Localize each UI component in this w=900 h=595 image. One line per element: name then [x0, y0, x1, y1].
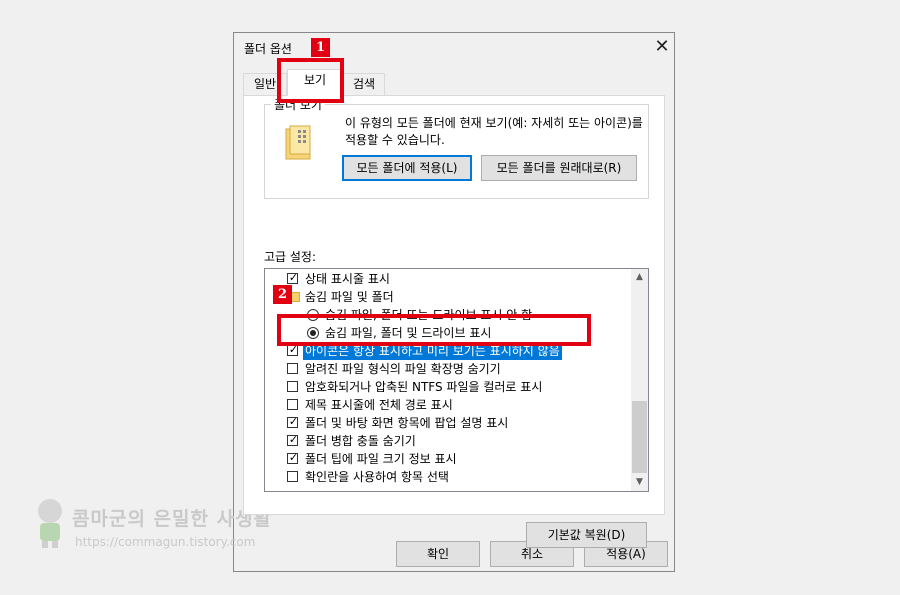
checkbox[interactable]: ✓: [287, 415, 298, 428]
checkbox[interactable]: ✓: [287, 451, 298, 464]
folder-view-icon: [285, 125, 311, 160]
list-item[interactable]: ✓ 상태 표시줄 표시: [287, 270, 627, 288]
checkbox[interactable]: [287, 471, 298, 482]
advanced-settings-label: 고급 설정:: [264, 250, 317, 264]
view-tab-page: 폴더 보기 이 유형의 모든 폴더에 현재 보기(예: 자세히 또는 아이콘)를…: [243, 95, 665, 548]
annotation-badge-1: 1: [311, 38, 330, 57]
folder-views-group: 폴더 보기 이 유형의 모든 폴더에 현재 보기(예: 자세히 또는 아이콘)를…: [264, 96, 649, 199]
check-icon: ✓: [288, 433, 299, 446]
list-item-label: 숨김 파일 및 폴더: [305, 290, 394, 304]
annotation-badge-2: 2: [273, 285, 292, 304]
list-scrollbar[interactable]: ▲ ▼: [631, 269, 648, 491]
watermark-url: https://commagun.tistory.com: [75, 535, 256, 549]
reset-folders-button[interactable]: 모든 폴더를 원래대로(R): [481, 155, 637, 181]
list-item-label: 폴더 및 바탕 화면 항목에 팝업 설명 표시: [305, 416, 509, 430]
list-item-label: 제목 표시줄에 전체 경로 표시: [305, 398, 453, 412]
list-item-label: 상태 표시줄 표시: [305, 272, 390, 286]
list-item: 숨김 파일 및 폴더: [287, 288, 627, 306]
checkbox[interactable]: ✓: [287, 343, 298, 356]
scroll-down-icon[interactable]: ▼: [631, 474, 648, 491]
list-item-label: 확인란을 사용하여 항목 선택: [305, 470, 449, 484]
restore-defaults-button[interactable]: 기본값 복원(D): [526, 522, 647, 548]
highlight-box-view-tab: [277, 58, 344, 103]
list-item[interactable]: 암호화되거나 압축된 NTFS 파일을 컬러로 표시: [287, 378, 627, 396]
check-icon: ✓: [288, 451, 299, 464]
checkbox[interactable]: ✓: [287, 433, 298, 446]
scroll-thumb[interactable]: [632, 401, 647, 473]
dialog-title: 폴더 옵션: [244, 42, 292, 56]
checkbox[interactable]: ✓: [287, 271, 298, 284]
list-item[interactable]: ✓ 폴더 팁에 파일 크기 정보 표시: [287, 450, 627, 468]
check-icon: ✓: [288, 415, 299, 428]
list-item-label: 폴더 팁에 파일 크기 정보 표시: [305, 452, 457, 466]
list-item[interactable]: 제목 표시줄에 전체 경로 표시: [287, 396, 627, 414]
folder-views-description: 이 유형의 모든 폴더에 현재 보기(예: 자세히 또는 아이콘)를 적용할 수…: [345, 116, 643, 147]
checkbox[interactable]: [287, 363, 298, 374]
list-item[interactable]: ✓ 폴더 병합 충돌 숨기기: [287, 432, 627, 450]
list-item[interactable]: ✓ 폴더 및 바탕 화면 항목에 팝업 설명 표시: [287, 414, 627, 432]
list-item[interactable]: 확인란을 사용하여 항목 선택: [287, 468, 627, 486]
tab-search[interactable]: 검색: [343, 73, 385, 95]
folder-options-dialog: 폴더 옵션 ✕ 일반 보기 검색 폴더 보기 이 유형의 모든 폴더에 현재 보…: [233, 32, 675, 572]
checkbox[interactable]: [287, 399, 298, 410]
close-icon[interactable]: ✕: [652, 35, 672, 59]
list-item[interactable]: 알려진 파일 형식의 파일 확장명 숨기기: [287, 360, 627, 378]
highlight-box-icon-setting: [277, 314, 591, 346]
advanced-settings-list[interactable]: ✓ 상태 표시줄 표시 숨김 파일 및 폴더 숨김 파일, 폴더 또는 드라이브…: [264, 268, 649, 492]
list-item-label: 폴더 병합 충돌 숨기기: [305, 434, 416, 448]
list-item-label: 알려진 파일 형식의 파일 확장명 숨기기: [305, 362, 501, 376]
apply-to-folders-button[interactable]: 모든 폴더에 적용(L): [342, 155, 472, 181]
checkbox[interactable]: [287, 381, 298, 392]
scroll-up-icon[interactable]: ▲: [631, 269, 648, 286]
ok-button[interactable]: 확인: [396, 541, 480, 567]
list-item-label: 암호화되거나 압축된 NTFS 파일을 컬러로 표시: [305, 380, 543, 394]
mascot-icon: [38, 499, 62, 548]
